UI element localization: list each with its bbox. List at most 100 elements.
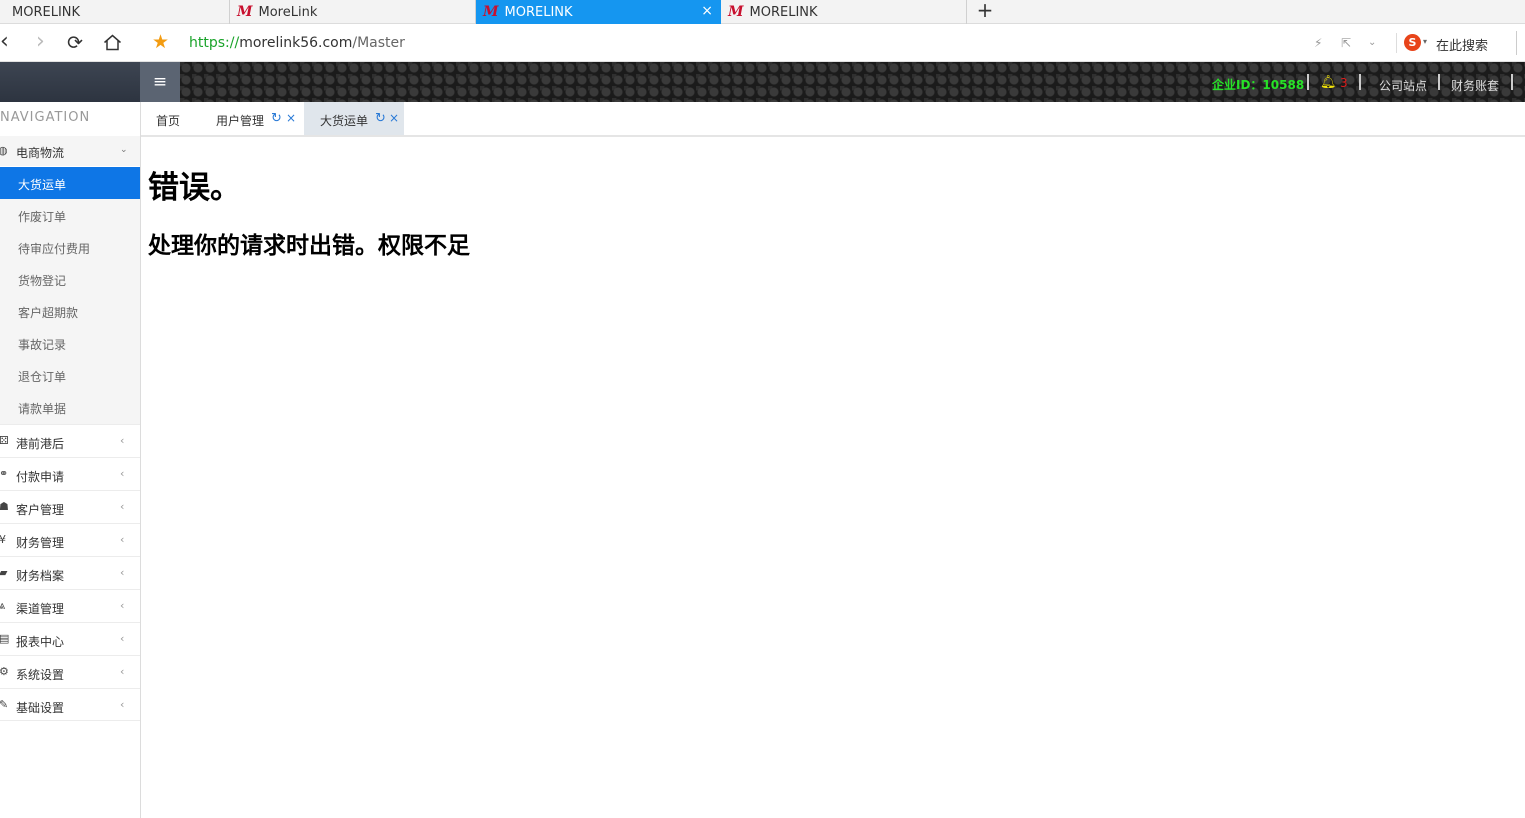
forward-icon[interactable]: › bbox=[36, 31, 45, 53]
tab-home[interactable]: 首页 bbox=[141, 102, 199, 135]
notification-count[interactable]: 3 bbox=[1340, 76, 1348, 90]
bookmark-star-icon[interactable]: ★ bbox=[152, 31, 169, 53]
close-icon[interactable]: × bbox=[286, 111, 296, 125]
sidebar-item-overdue-payments[interactable]: 客户超期款 bbox=[0, 295, 140, 327]
chevron-left-icon: ‹ bbox=[120, 467, 125, 480]
browser-tab-label: MoreLink bbox=[258, 4, 318, 20]
chevron-left-icon: ‹ bbox=[120, 434, 125, 447]
sidebar-item-bulk-waybill[interactable]: 大货运单 bbox=[0, 167, 140, 199]
sidebar-menu-basic-settings[interactable]: ✎ 基础设置 ‹ bbox=[0, 688, 140, 721]
sidebar-menu-customers[interactable]: ☗ 客户管理 ‹ bbox=[0, 490, 140, 523]
morelink-logo-icon: M bbox=[237, 4, 253, 20]
sidebar-item-label: 待审应付费用 bbox=[18, 242, 91, 256]
sidebar-item-pending-payables[interactable]: 待审应付费用 bbox=[0, 231, 140, 263]
browser-tab-strip: MORELINK M MoreLink M MORELINK × M MOREL… bbox=[0, 0, 1525, 24]
chevron-left-icon: ‹ bbox=[120, 665, 125, 678]
tab-label: 首页 bbox=[156, 114, 181, 128]
reload-icon[interactable]: ⟳ bbox=[67, 32, 83, 54]
tab-label: 用户管理 bbox=[216, 114, 265, 128]
browser-tab-2[interactable]: M MoreLink bbox=[230, 0, 476, 24]
sidebar-menu-finance[interactable]: ¥ 财务管理 ‹ bbox=[0, 523, 140, 556]
sidebar-group-label: 电商物流 bbox=[16, 146, 65, 160]
morelink-logo-icon: M bbox=[483, 4, 499, 20]
sidebar-menu-label: 财务管理 bbox=[16, 536, 65, 550]
sidebar-item-payment-requests[interactable]: 请款单据 bbox=[0, 391, 140, 424]
browser-tab-3[interactable]: M MORELINK × bbox=[476, 0, 721, 24]
chevron-left-icon: ‹ bbox=[120, 599, 125, 612]
browser-tab-label: MORELINK bbox=[12, 4, 81, 20]
address-divider bbox=[1396, 33, 1397, 53]
chevron-left-icon: ‹ bbox=[120, 632, 125, 645]
browser-search-box[interactable]: 在此搜索 bbox=[1436, 35, 1488, 54]
header-divider bbox=[1307, 74, 1309, 90]
page-tab-bar: 首页 用户管理 ↻ × 大货运单 ↻ × bbox=[141, 102, 1525, 137]
header-divider bbox=[1438, 74, 1440, 90]
gear-icon: ⚙ bbox=[0, 665, 9, 678]
home-icon[interactable] bbox=[103, 34, 122, 51]
chevron-down-icon[interactable]: ⌄ bbox=[1368, 37, 1376, 48]
close-tab-icon[interactable]: × bbox=[701, 3, 713, 19]
sidebar-group-ecommerce[interactable]: ◍ 电商物流 ⌄ bbox=[0, 136, 140, 166]
url-protocol: https:// bbox=[189, 35, 240, 51]
cubes-icon: ⚄ bbox=[0, 434, 9, 447]
sidebar-menu-label: 报表中心 bbox=[16, 635, 65, 649]
edit-icon: ✎ bbox=[0, 698, 9, 711]
sidebar-item-label: 作废订单 bbox=[18, 210, 67, 224]
sidebar-item-label: 货物登记 bbox=[18, 274, 67, 288]
new-tab-button[interactable]: + bbox=[976, 0, 994, 24]
sidebar-menu-label: 客户管理 bbox=[16, 503, 65, 517]
sidebar-item-label: 客户超期款 bbox=[18, 306, 79, 320]
sidebar-item-label: 大货运单 bbox=[18, 178, 67, 192]
users-icon: ☗ bbox=[0, 500, 9, 513]
back-icon[interactable]: ‹ bbox=[0, 31, 9, 53]
sidebar-item-void-orders[interactable]: 作废订单 bbox=[0, 199, 140, 231]
sidebar-menu-label: 付款申请 bbox=[16, 470, 65, 484]
search-engine-caret-icon[interactable]: ▾ bbox=[1423, 37, 1427, 46]
tab-bulk-waybill[interactable]: 大货运单 ↻ × bbox=[304, 102, 404, 135]
book-icon: ▰ bbox=[0, 566, 8, 579]
browser-tab-1[interactable]: MORELINK bbox=[0, 0, 230, 24]
refresh-icon[interactable]: ↻ bbox=[375, 111, 386, 126]
app-header: ≡ 企业ID：10588 🔔︎ 3 公司站点 财务账套 bbox=[0, 62, 1525, 102]
tab-user-management[interactable]: 用户管理 ↻ × bbox=[203, 102, 303, 135]
chevron-left-icon: ‹ bbox=[120, 500, 125, 513]
brand-block bbox=[0, 62, 140, 102]
header-divider bbox=[1359, 74, 1361, 90]
sidebar-menu-label: 系统设置 bbox=[16, 668, 65, 682]
handshake-icon: ⚭ bbox=[0, 467, 9, 480]
url-field[interactable]: https://morelink56.com/Master bbox=[189, 35, 405, 51]
sidebar-menu-channels[interactable]: ⩓ 渠道管理 ‹ bbox=[0, 589, 140, 622]
refresh-icon[interactable]: ↻ bbox=[271, 111, 282, 126]
sidebar-item-label: 退仓订单 bbox=[18, 370, 67, 384]
header-divider bbox=[1511, 74, 1513, 90]
chevron-left-icon: ‹ bbox=[120, 698, 125, 711]
sidebar: NAVIGATION ◍ 电商物流 ⌄ 大货运单 作废订单 待审应付费用 货物登… bbox=[0, 102, 141, 818]
menu-toggle-button[interactable]: ≡ bbox=[140, 62, 180, 102]
sidebar-menu-finance-archive[interactable]: ▰ 财务档案 ‹ bbox=[0, 556, 140, 589]
search-engine-icon[interactable]: S bbox=[1404, 34, 1421, 51]
company-site-link[interactable]: 公司站点 bbox=[1379, 77, 1427, 94]
sidebar-item-cargo-registration[interactable]: 货物登记 bbox=[0, 263, 140, 295]
close-icon[interactable]: × bbox=[389, 111, 399, 125]
url-path: /Master bbox=[352, 35, 405, 51]
morelink-logo-icon: M bbox=[728, 4, 744, 20]
sidebar-menu-system-settings[interactable]: ⚙ 系统设置 ‹ bbox=[0, 655, 140, 688]
browser-tab-4[interactable]: M MORELINK bbox=[721, 0, 967, 24]
sidebar-menu-label: 财务档案 bbox=[16, 569, 65, 583]
chevron-down-icon: ⌄ bbox=[120, 145, 128, 155]
chevron-left-icon: ‹ bbox=[120, 566, 125, 579]
corp-id-label: 企业ID：10588 bbox=[1212, 78, 1305, 92]
sidebar-menu-payment-request[interactable]: ⚭ 付款申请 ‹ bbox=[0, 457, 140, 490]
road-icon: ⩓ bbox=[0, 599, 6, 612]
chevron-left-icon: ‹ bbox=[120, 533, 125, 546]
finance-account-link[interactable]: 财务账套 bbox=[1451, 77, 1499, 94]
bell-icon[interactable]: 🔔︎ bbox=[1320, 75, 1337, 90]
sidebar-item-return-orders[interactable]: 退仓订单 bbox=[0, 359, 140, 391]
sidebar-item-incident-records[interactable]: 事故记录 bbox=[0, 327, 140, 359]
sidebar-menu-port[interactable]: ⚄ 港前港后 ‹ bbox=[0, 424, 140, 457]
lightning-icon[interactable]: ⚡ bbox=[1314, 36, 1322, 50]
sidebar-menu-label: 港前港后 bbox=[16, 437, 65, 451]
sidebar-menu-reports[interactable]: ▤ 报表中心 ‹ bbox=[0, 622, 140, 655]
share-icon[interactable]: ⇱ bbox=[1341, 36, 1351, 50]
sidebar-menu-label: 渠道管理 bbox=[16, 602, 65, 616]
